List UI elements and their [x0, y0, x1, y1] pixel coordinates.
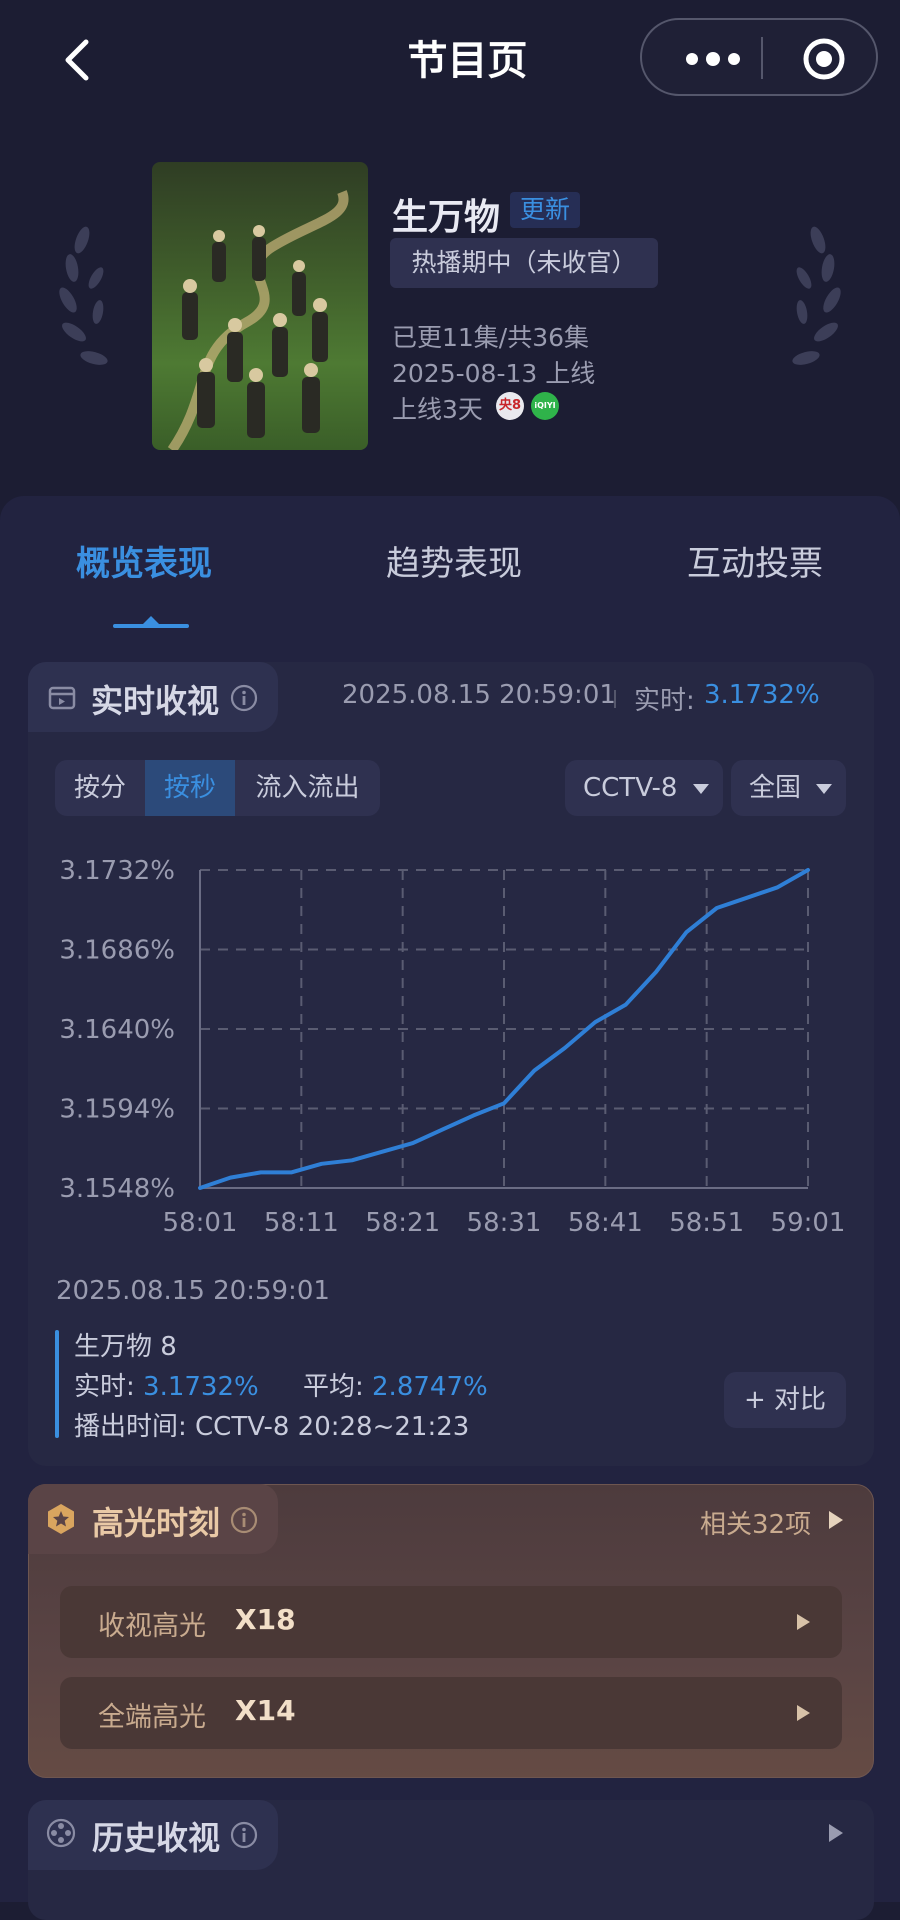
play-icon[interactable]	[828, 1823, 844, 1843]
x-tick-label: 58:21	[365, 1208, 440, 1238]
history-title: 历史收视	[92, 1819, 221, 1857]
realtime-line-chart[interactable]: 3.1548% 3.1594% 3.1640% 3.1686% 3.1732% 58:01…	[40, 845, 860, 1255]
y-tick-label: 3.1640%	[59, 1015, 175, 1045]
segment-by-second[interactable]: 按秒	[145, 760, 235, 816]
detail-live-value: 3.1732%	[143, 1372, 259, 1402]
episode-count: 已更11集/共36集	[392, 323, 590, 352]
update-badge: 更新	[510, 192, 581, 228]
star-badge-icon	[48, 1504, 74, 1534]
highlight-label: 全端高光	[98, 1702, 206, 1733]
segment-by-minute[interactable]: 按分	[55, 760, 145, 816]
play-icon[interactable]	[828, 1510, 844, 1530]
region-select-value: 全国	[749, 773, 802, 803]
poster-art	[167, 190, 349, 450]
y-tick-label: 3.1548%	[59, 1174, 175, 1204]
tab-overview[interactable]: 概览表现	[76, 536, 212, 585]
cctv8-logo: 央8	[496, 392, 524, 420]
play-icon	[797, 1705, 810, 1721]
status-badge: 热播期中（未收官）	[390, 238, 658, 288]
live-label: 实时:	[634, 686, 695, 716]
tab-indicator	[113, 624, 189, 628]
detail-live-label: 实时:	[74, 1372, 135, 1402]
detail-values: 实时: 3.1732% 平均: 2.8747%	[74, 1366, 488, 1403]
x-tick-label: 58:51	[669, 1208, 744, 1238]
show-poster[interactable]	[152, 162, 368, 450]
x-tick-label: 59:01	[771, 1208, 846, 1238]
compare-button[interactable]: + 对比	[724, 1372, 846, 1428]
highlights-title: 高光时刻	[92, 1504, 221, 1542]
realtime-title: 实时收视	[91, 682, 220, 720]
x-tick-label: 58:01	[163, 1208, 238, 1238]
tab-trend[interactable]: 趋势表现	[386, 536, 522, 585]
detail-avg-value: 2.8747%	[372, 1372, 488, 1402]
show-name: 生万物	[392, 197, 501, 238]
channel-select-value: CCTV-8	[583, 773, 678, 803]
caret-down-icon	[816, 784, 832, 794]
play-icon	[797, 1614, 810, 1630]
info-icon[interactable]	[230, 1506, 258, 1534]
highlight-count: X18	[235, 1603, 296, 1636]
header-divider	[614, 690, 616, 708]
capsule-divider	[761, 37, 763, 79]
x-tick-label: 58:31	[467, 1208, 542, 1238]
series-color-bar	[55, 1330, 59, 1438]
granularity-segmented-control: 按分 按秒 流入流出	[55, 760, 380, 816]
y-tick-label: 3.1686%	[59, 936, 175, 966]
y-tick-label: 3.1732%	[59, 856, 175, 886]
tv-icon	[48, 686, 76, 710]
target-icon[interactable]	[802, 37, 846, 81]
x-tick-label: 58:11	[264, 1208, 339, 1238]
tab-vote[interactable]: 互动投票	[687, 536, 823, 585]
highlights-more-link[interactable]: 相关32项	[700, 1504, 811, 1541]
info-icon[interactable]	[230, 684, 258, 712]
highlight-row-ratings[interactable]: 收视高光 X18	[60, 1586, 842, 1658]
days-online: 上线3天	[392, 395, 483, 424]
more-dots-icon[interactable]	[678, 45, 768, 73]
highlight-count: X14	[235, 1694, 296, 1727]
mini-program-capsule	[640, 18, 878, 96]
detail-avg-label: 平均:	[302, 1372, 364, 1402]
region-select[interactable]: 全国	[731, 760, 846, 816]
highlight-label: 收视高光	[98, 1611, 206, 1642]
release-date: 2025-08-13 上线	[392, 359, 596, 388]
airtime: 播出时间: CCTV-8 20:28~21:23	[74, 1412, 470, 1442]
segment-flow[interactable]: 流入流出	[235, 760, 380, 816]
highlight-row-all-platforms[interactable]: 全端高光 X14	[60, 1677, 842, 1749]
caret-down-icon	[693, 784, 709, 794]
tab-indicator-notch	[143, 616, 159, 624]
series-name: 生万物 8	[74, 1332, 177, 1362]
live-value: 3.1732%	[704, 680, 820, 710]
info-icon[interactable]	[230, 1821, 258, 1849]
y-tick-label: 3.1594%	[59, 1095, 175, 1125]
channel-select[interactable]: CCTV-8	[565, 760, 723, 816]
x-tick-label: 58:41	[568, 1208, 643, 1238]
detail-timestamp: 2025.08.15 20:59:01	[56, 1276, 330, 1306]
realtime-timestamp: 2025.08.15 20:59:01	[342, 680, 616, 710]
film-reel-icon	[46, 1818, 76, 1848]
iqiyi-logo: iQIYI	[531, 392, 559, 420]
laurel-right-icon	[792, 226, 841, 365]
laurel-left-icon	[59, 226, 108, 365]
